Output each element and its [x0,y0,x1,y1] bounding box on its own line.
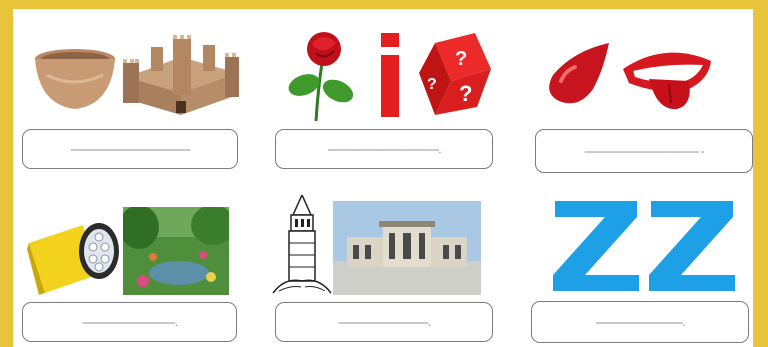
answer-field-6[interactable]: -----------------------------. [531,301,749,343]
letter-i-image [375,33,405,121]
blood-drop-image [543,41,615,105]
svg-text:?: ? [455,48,467,70]
tower-image [271,195,333,295]
answer-field-4[interactable]: -------------------------------. [22,302,237,342]
svg-text:?: ? [427,76,437,93]
worksheet-page: ----------------------------------------… [13,9,753,347]
garden-image [123,207,229,295]
bowl-image [33,45,117,115]
tongue-mouth-image [619,39,715,115]
answer-field-3[interactable]: -------------------------------------- - [535,129,753,173]
castle-image [121,29,243,119]
answer-field-5[interactable]: ------------------------------. [275,302,493,342]
letters-zz-image [553,197,739,295]
palace-image [333,201,481,295]
question-dice-image: ? ? ? [417,29,493,121]
svg-text:?: ? [459,81,472,106]
answer-field-2[interactable]: -------------------------------------. [275,129,493,169]
rose-image [284,29,358,125]
flashlight-image [27,215,123,295]
answer-field-1[interactable]: ---------------------------------------- [22,129,238,169]
